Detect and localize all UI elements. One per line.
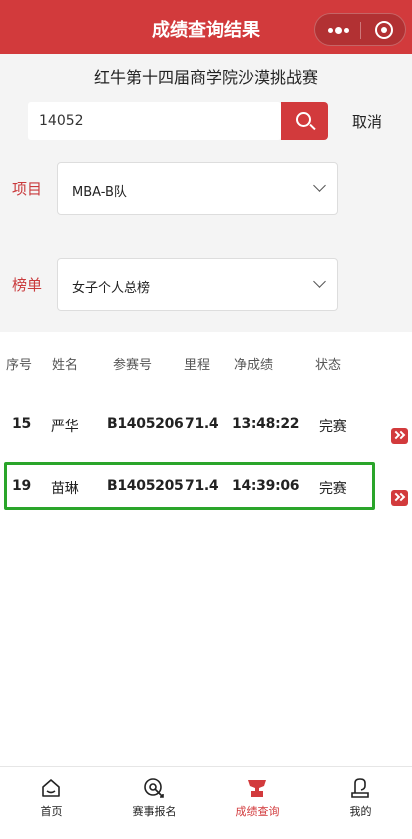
- search-input[interactable]: 14052: [28, 102, 281, 140]
- cancel-button[interactable]: 取消: [352, 111, 382, 132]
- chevron-down-icon: [313, 179, 326, 192]
- board-select-value: 女子个人总榜: [72, 281, 151, 296]
- more-dot-icon: [344, 28, 349, 33]
- column-header-name: 姓名: [52, 358, 79, 373]
- project-label: 项目: [12, 180, 43, 198]
- more-dot-icon: [328, 28, 333, 33]
- column-header-bib: 参赛号: [113, 358, 153, 373]
- board-label: 榜单: [12, 276, 43, 294]
- event-title: 红牛第十四届商学院沙漠挑战赛: [93, 68, 318, 87]
- cell-rank: 19: [12, 478, 31, 494]
- tab-label: 成绩查询: [235, 805, 280, 818]
- cell-status: 完赛: [319, 481, 347, 497]
- bottom-tab-bar: 首页 赛事报名 成绩查询 我的: [0, 766, 412, 839]
- row-detail-button[interactable]: [391, 428, 408, 444]
- cell-bib: B1405205: [107, 478, 184, 494]
- cell-bib: B1405206: [107, 416, 184, 432]
- project-select-value: MBA-B队: [72, 185, 127, 200]
- cell-name: 苗琳: [51, 481, 79, 497]
- tab-label: 赛事报名: [132, 805, 177, 818]
- tab-register[interactable]: 赛事报名: [103, 767, 206, 839]
- column-header-net-time: 净成绩: [234, 358, 274, 373]
- tab-label: 我的: [349, 805, 372, 818]
- close-miniprogram-button[interactable]: [361, 14, 407, 47]
- cell-distance: 71.4: [185, 478, 219, 494]
- column-header-distance: 里程: [184, 358, 211, 373]
- results-table: 序号 姓名 参赛号 里程 净成绩 状态 15 严华 B1405206 71.4 …: [0, 332, 412, 766]
- chevron-down-icon: [313, 275, 326, 288]
- tab-label: 首页: [40, 805, 63, 818]
- cell-distance: 71.4: [185, 416, 219, 432]
- search-panel: 红牛第十四届商学院沙漠挑战赛 14052 取消 项目 MBA-B队 榜单 女子个…: [0, 54, 412, 332]
- tab-results[interactable]: 成绩查询: [206, 767, 309, 839]
- title-bar: 成绩查询结果: [0, 0, 412, 54]
- cell-rank: 15: [12, 416, 31, 432]
- cell-name: 严华: [51, 419, 79, 435]
- more-dot-icon: [335, 27, 342, 34]
- home-icon: [42, 779, 60, 797]
- cell-net-time: 13:48:22: [232, 416, 300, 432]
- profile-icon: [351, 778, 369, 798]
- row-detail-button[interactable]: [391, 490, 408, 506]
- trophy-icon: [248, 780, 266, 797]
- tab-home[interactable]: 首页: [0, 767, 103, 839]
- column-header-rank: 序号: [6, 358, 33, 373]
- search-button[interactable]: [281, 102, 328, 140]
- register-icon: [144, 778, 164, 798]
- tab-profile[interactable]: 我的: [309, 767, 412, 839]
- project-select[interactable]: MBA-B队: [57, 162, 338, 215]
- cell-net-time: 14:39:06: [232, 478, 300, 494]
- miniprogram-capsule: [314, 13, 406, 46]
- cell-status: 完赛: [319, 419, 347, 435]
- board-select[interactable]: 女子个人总榜: [57, 258, 338, 311]
- search-input-value: 14052: [39, 113, 84, 129]
- more-menu-button[interactable]: [315, 14, 360, 47]
- column-header-status: 状态: [315, 358, 342, 373]
